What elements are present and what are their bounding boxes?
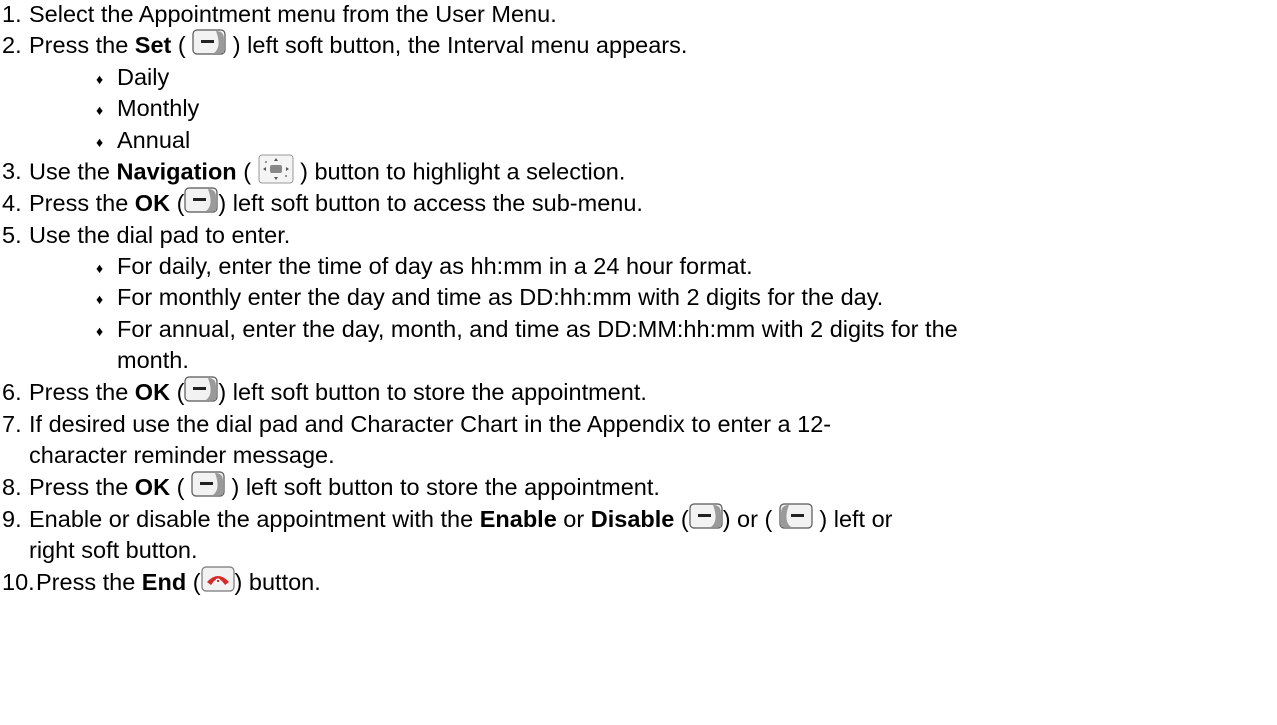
step-number: 2.	[2, 32, 22, 58]
end-label: End	[141, 569, 187, 595]
step-number: 9.	[2, 506, 22, 532]
step-number: 6.	[2, 379, 22, 405]
bullet-icon: ♦	[96, 102, 104, 118]
bullet-icon: ♦	[96, 134, 104, 150]
navigation-button-icon	[258, 154, 294, 190]
step-number: 8.	[2, 474, 22, 500]
left-soft-button-icon	[689, 503, 723, 535]
bullet-icon: ♦	[96, 323, 104, 339]
step-text: Press the End () button.	[36, 566, 321, 598]
step-text: Press the OK () left soft button to acce…	[29, 187, 643, 219]
step-text: Use the dial pad to enter.	[29, 222, 291, 248]
step-text: Enable or disable the appointment with t…	[29, 503, 893, 535]
step-number: 5.	[2, 222, 22, 248]
disable-label: Disable	[590, 506, 675, 532]
step-text: Select the Appointment menu from the Use…	[29, 1, 557, 27]
set-label: Set	[134, 32, 172, 58]
step-number: 10.	[2, 569, 35, 595]
left-soft-button-icon	[192, 29, 226, 61]
step-text: Press the OK ( ) left soft button to sto…	[29, 471, 660, 503]
step-text: Press the OK () left soft button to stor…	[29, 376, 647, 408]
navigation-label: Navigation	[116, 158, 237, 185]
ok-label: OK	[134, 474, 171, 500]
step-text: Press the Set ( ) left soft button, the …	[29, 29, 687, 61]
bullet-icon: ♦	[96, 71, 104, 87]
left-soft-button-icon	[184, 376, 219, 408]
enable-label: Enable	[479, 506, 557, 532]
step-number: 3.	[2, 158, 22, 184]
step-number: 7.	[2, 411, 22, 437]
ok-label: OK	[134, 379, 171, 405]
left-soft-button-icon	[184, 187, 219, 219]
bullet-icon: ♦	[96, 291, 104, 307]
end-call-button-icon	[200, 566, 235, 598]
bullet-icon: ♦	[96, 260, 104, 276]
ok-label: OK	[134, 190, 171, 216]
step-number: 4.	[2, 190, 22, 216]
step-text: If desired use the dial pad and Characte…	[29, 411, 832, 437]
right-soft-button-icon	[779, 503, 813, 535]
left-soft-button-icon	[191, 471, 225, 503]
step-text: Use the Navigation ( ) button to highlig…	[29, 154, 625, 190]
step-number: 1.	[2, 1, 22, 27]
